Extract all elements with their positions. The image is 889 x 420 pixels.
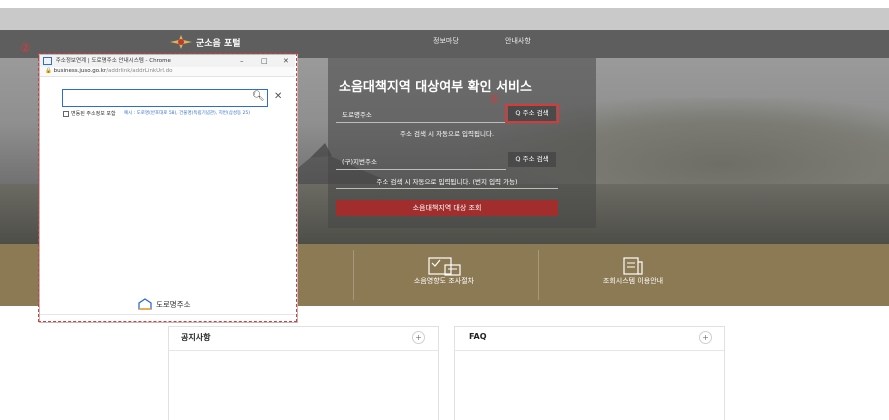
service-title: 소음대책지역 대상여부 확인 서비스	[339, 80, 532, 95]
popup-urlbar[interactable]: 🔒 business.juso.go.kr/addrlink/addrLinkU…	[40, 67, 295, 77]
step-two-marker: ②	[20, 41, 31, 55]
checklist-icon	[428, 257, 461, 276]
url-domain: business.juso.go.kr	[53, 68, 107, 74]
jibun-search-button[interactable]: Q 주소 검색	[508, 152, 556, 167]
step-one-marker: ①	[489, 92, 500, 106]
faq-card-title[interactable]: FAQ	[469, 332, 487, 341]
footer-logo-text: 도로명주소	[156, 299, 191, 309]
window-icon	[43, 56, 52, 65]
road-address-field[interactable]: 도로명주소	[342, 109, 372, 119]
road-address-underline	[336, 122, 506, 123]
jibun-hint: 주소 검색 시 자동으로 입력됩니다. (번지 입력 가능)	[376, 178, 518, 186]
emblem-icon	[170, 35, 192, 49]
popup-footer-divider	[40, 314, 295, 315]
popup-window-title: 주소정보연계 | 도로명주소 안내시스템 - Chrome	[55, 58, 171, 64]
logo-text: 군소음 포털	[196, 38, 241, 49]
notice-card-title[interactable]: 공지사항	[181, 332, 210, 343]
jibun-hint-underline	[336, 188, 558, 189]
popup-titlebar[interactable]: 주소정보연계 | 도로명주소 안내시스템 - Chrome	[40, 55, 295, 67]
band-divider	[538, 250, 539, 300]
url-path: /addrlink/addrLinkUrl.do	[106, 68, 173, 74]
window-close-icon[interactable]: ✕	[283, 55, 289, 67]
nav-notice[interactable]: 안내사항	[505, 36, 531, 46]
road-address-logo: 도로명주소	[138, 298, 191, 310]
faq-more-button[interactable]: +	[699, 331, 712, 344]
search-example: 예시 : 도로명(반포대로 58), 건물명(독립기념관), 지번(삼성동 25…	[124, 111, 251, 116]
include-changed-checkbox[interactable]	[63, 111, 69, 117]
jibun-address-field[interactable]: (구)지번주소	[342, 156, 377, 166]
browser-top-strip	[0, 8, 889, 30]
submit-button[interactable]: 소음대책지역 대상 조회	[336, 200, 558, 216]
maximize-icon[interactable]: □	[261, 55, 268, 67]
address-search-input[interactable]	[62, 89, 268, 107]
road-hint: 주소 검색 시 자동으로 입력됩니다.	[399, 130, 495, 138]
nav-info[interactable]: 정보마당	[433, 36, 459, 46]
road-search-highlight	[505, 104, 559, 123]
site-logo[interactable]: 군소음 포털	[170, 33, 241, 51]
checkbox-label: 변동된 주소정보 포함	[71, 111, 116, 117]
search-icon[interactable]: 🔍︎	[252, 91, 265, 102]
faq-card	[454, 326, 725, 420]
jibun-address-underline	[336, 169, 506, 170]
band-item-guide[interactable]: 조회시스템 이용안내	[593, 276, 673, 286]
minimize-icon[interactable]: –	[240, 55, 244, 67]
guide-doc-icon	[623, 257, 643, 275]
lock-icon: 🔒	[45, 68, 52, 74]
notice-more-button[interactable]: +	[412, 331, 425, 344]
house-icon	[138, 298, 152, 310]
band-item-survey[interactable]: 소음영향도 조사절차	[404, 276, 484, 286]
band-divider	[353, 250, 354, 300]
card-divider	[168, 350, 438, 351]
card-divider	[454, 350, 724, 351]
close-icon[interactable]: ✕	[274, 91, 282, 102]
